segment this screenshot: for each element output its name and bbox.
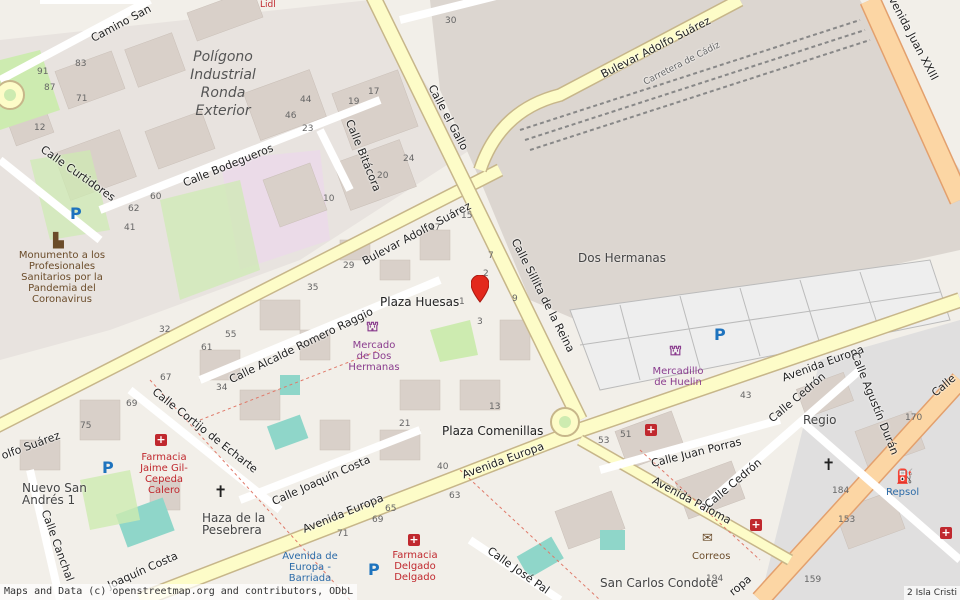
parking-icon: P xyxy=(70,204,82,223)
market-icon: ⛫ xyxy=(366,319,379,335)
church-icon-regio: ✝ xyxy=(822,455,836,474)
fuel-icon: ⛽ xyxy=(896,469,914,485)
post-office-icon: ✉ xyxy=(702,531,713,546)
parking-icon-europa: P xyxy=(368,560,380,579)
market-icon-huelin: ⛫ xyxy=(669,343,682,359)
map-attribution[interactable]: Maps and Data (c) openstreetmap.org and … xyxy=(0,584,358,600)
parking-icon-huelin: P xyxy=(714,325,726,344)
map-attribution-right: 2 Isla Cristi xyxy=(903,586,960,600)
pharmacy-icon-delgado: + xyxy=(408,533,420,546)
pharmacy-icon-3: + xyxy=(750,518,762,531)
location-marker-icon[interactable] xyxy=(471,275,489,303)
pharmacy-icon-4: + xyxy=(940,526,952,539)
map-view[interactable]: Polígono Industrial Ronda Exterior Dos H… xyxy=(0,0,960,600)
monument-icon: ▙ xyxy=(53,233,64,249)
pharmacy-icon-2: + xyxy=(645,423,657,436)
parking-icon-san-andres: P xyxy=(102,458,114,477)
pharmacy-icon: + xyxy=(155,433,167,446)
church-icon: ✝ xyxy=(214,482,228,501)
